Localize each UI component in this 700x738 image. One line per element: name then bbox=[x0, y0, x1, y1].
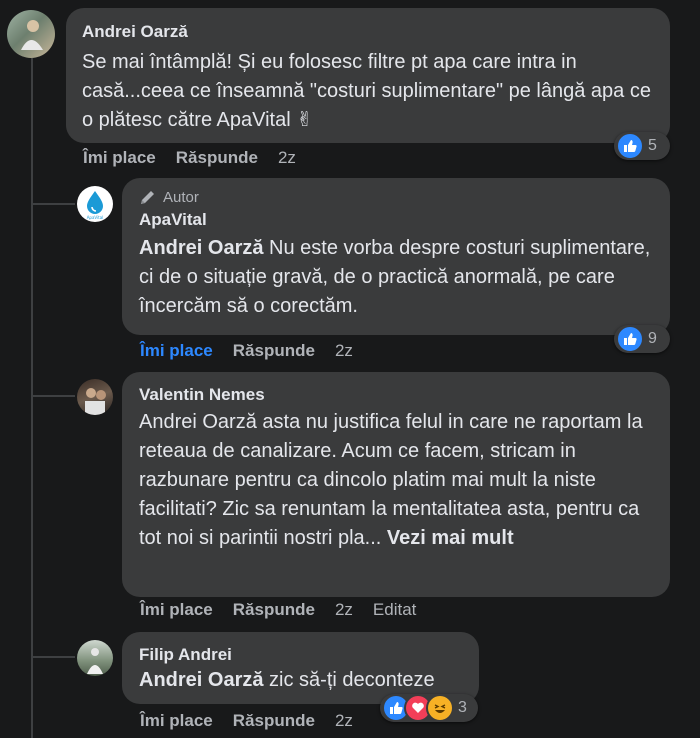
thread-line-branch bbox=[31, 395, 75, 397]
edited-label: Editat bbox=[372, 600, 417, 619]
comment-actions: Îmi place Răspunde 2z bbox=[140, 341, 373, 361]
pencil-icon bbox=[141, 190, 154, 204]
water-drop-logo-icon: ApaVital bbox=[87, 191, 104, 220]
reply-button[interactable]: Răspunde bbox=[233, 711, 315, 731]
like-reaction-icon bbox=[616, 132, 644, 160]
timestamp[interactable]: 2z bbox=[335, 711, 353, 731]
comment-text: Andrei Oarză Nu este vorba despre costur… bbox=[139, 234, 653, 321]
haha-reaction-icon bbox=[426, 694, 454, 722]
author-badge: Autor bbox=[139, 189, 653, 206]
like-reaction-icon bbox=[616, 325, 644, 353]
like-button[interactable]: Îmi place bbox=[140, 600, 213, 620]
reaction-count: 9 bbox=[648, 330, 657, 347]
reply-button[interactable]: Răspunde bbox=[176, 148, 258, 168]
comment-author[interactable]: Andrei Oarză bbox=[82, 22, 654, 42]
avatar[interactable] bbox=[7, 10, 55, 58]
reply-button[interactable]: Răspunde bbox=[233, 600, 315, 620]
avatar[interactable] bbox=[77, 640, 113, 676]
comment-bubble: Andrei Oarză Se mai întâmplă! Și eu folo… bbox=[66, 8, 670, 143]
thread-line-branch bbox=[31, 656, 75, 658]
reaction-summary[interactable]: 9 bbox=[614, 325, 670, 353]
thread-line-branch bbox=[31, 203, 75, 205]
comment-author[interactable]: ApaVital bbox=[139, 210, 653, 230]
reply-button[interactable]: Răspunde bbox=[233, 341, 315, 361]
timestamp[interactable]: 2z bbox=[278, 148, 296, 168]
comment-text: Se mai întâmplă! Și eu folosesc filtre p… bbox=[82, 51, 651, 131]
like-button[interactable]: Îmi place bbox=[140, 341, 213, 361]
svg-text:ApaVital: ApaVital bbox=[87, 215, 104, 220]
reaction-count: 3 bbox=[458, 699, 467, 716]
avatar[interactable]: ApaVital bbox=[77, 186, 113, 222]
reaction-count: 5 bbox=[648, 137, 657, 154]
author-badge-label: Autor bbox=[163, 189, 199, 206]
like-button[interactable]: Îmi place bbox=[83, 148, 156, 168]
like-button[interactable]: Îmi place bbox=[140, 711, 213, 731]
avatar[interactable] bbox=[77, 379, 113, 415]
comment-body: zic să-ți deconteze bbox=[263, 669, 435, 691]
avatar-photo-icon bbox=[21, 20, 43, 50]
comment-bubble: Valentin Nemes Andrei Oarză asta nu just… bbox=[122, 372, 670, 597]
comment-author[interactable]: Valentin Nemes bbox=[139, 385, 653, 405]
comment-actions: Îmi place Răspunde 2z bbox=[83, 148, 316, 168]
comment-text: Andrei Oarză asta nu justifica felul in … bbox=[139, 408, 653, 553]
avatar-photo-icon bbox=[85, 388, 106, 415]
comment-actions: Îmi place Răspunde 2z Editat bbox=[140, 600, 436, 620]
timestamp[interactable]: 2z bbox=[335, 341, 353, 361]
reaction-summary[interactable]: 5 bbox=[614, 132, 670, 160]
thread-line-vertical bbox=[31, 58, 33, 738]
avatar-photo-icon bbox=[87, 648, 103, 674]
comment-author[interactable]: Filip Andrei bbox=[139, 645, 462, 665]
timestamp[interactable]: 2z bbox=[335, 600, 353, 620]
reaction-summary[interactable]: 3 bbox=[380, 694, 478, 722]
see-more-link[interactable]: Vezi mai mult bbox=[387, 527, 514, 549]
comment-actions: Îmi place Răspunde 2z bbox=[140, 711, 373, 731]
comment-bubble: Autor ApaVital Andrei Oarză Nu este vorb… bbox=[122, 178, 670, 335]
mention-link[interactable]: Andrei Oarză bbox=[139, 237, 263, 259]
comment-text: Andrei Oarză zic să-ți deconteze bbox=[139, 666, 462, 695]
mention-link[interactable]: Andrei Oarză bbox=[139, 669, 263, 691]
